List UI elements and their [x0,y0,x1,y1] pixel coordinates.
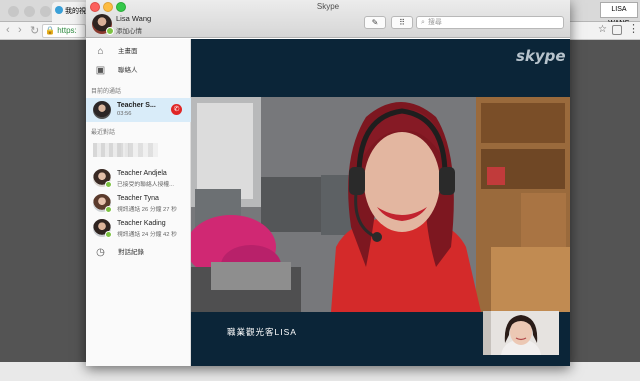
browser-zoom-button[interactable] [40,6,51,17]
clock-icon: ◷ [96,247,105,258]
avatar [93,101,111,119]
sidebar-item-home[interactable]: ⌂ 主畫面 [86,43,191,61]
recent-conversations-heading: 最近對話 [91,130,116,136]
home-icon: ⌂ [97,46,104,57]
search-input[interactable]: ⌕ 搜尋 [416,16,564,29]
skype-window: Skype Lisa Wang 添加心情 ✎ ⠿ ⌕ 搜尋 ⌂ 主畫面 ▣ 聯絡人… [86,0,570,366]
back-arrow-icon[interactable]: ‹ [6,24,10,36]
browser-minimize-button[interactable] [24,6,35,17]
lock-icon: 🔒 [45,26,55,35]
search-placeholder: 搜尋 [427,19,442,26]
address-text: https: [57,26,77,35]
forward-arrow-icon[interactable]: › [18,24,22,36]
reload-icon[interactable]: ↻ [30,24,39,37]
self-view-scene [483,311,559,355]
dialpad-icon: ⠿ [399,18,405,27]
profile-name[interactable]: Lisa Wang [116,14,151,23]
online-status-icon [105,231,112,238]
current-calls-heading: 目前的通話 [91,89,122,95]
list-item[interactable]: Teacher Kading 視訊通話 24 分鐘 42 秒 [86,217,191,239]
remote-video-scene [191,97,570,312]
self-view-video[interactable] [483,311,559,355]
sidebar-item-label: 聯絡人 [118,67,138,74]
browser-tab-label: 我的視 [65,8,86,15]
profile-avatar[interactable] [92,14,114,35]
sidebar-item-label: 主畫面 [118,48,138,55]
dialpad-button[interactable]: ⠿ [391,16,413,29]
hang-up-button[interactable]: ✆ [171,104,182,115]
search-icon: ⌕ [421,19,425,26]
sidebar-item-label: 對話紀錄 [118,249,144,256]
list-item[interactable]: Teacher Tyna 視訊通話 26 分鐘 27 秒 [86,192,191,214]
contact-name: Teacher Kading [117,220,166,227]
online-status-icon [106,27,114,35]
mood-message[interactable]: 添加心情 [116,25,142,35]
video-call-area: skype 職業觀光客LISA [191,39,570,366]
new-conversation-button[interactable]: ✎ [364,16,386,29]
address-bar[interactable]: 🔒 https: [42,24,86,38]
skype-titlebar: Skype Lisa Wang 添加心情 ✎ ⠿ ⌕ 搜尋 [86,0,570,38]
contact-name: Teacher Tyna [117,195,159,202]
avatar [93,169,112,188]
contact-subtitle: 視訊通話 24 分鐘 42 秒 [117,232,177,238]
skype-logo: skype [516,47,566,65]
compose-icon: ✎ [371,18,379,27]
contact-name: Teacher S... [117,102,156,109]
browser-close-button[interactable] [8,6,19,17]
browser-menu-icon[interactable]: ⋮ [628,22,639,35]
sidebar-item-contacts[interactable]: ▣ 聯絡人 [86,62,191,80]
video-caption: 職業觀光客LISA [227,327,297,337]
list-item[interactable]: Teacher Andjela 已接受的聯絡人授權... [86,167,191,189]
active-call-row[interactable]: Teacher S... 03:56 ✆ [86,98,191,122]
online-status-icon [105,181,112,188]
contacts-icon: ▣ [95,65,106,76]
bookmark-star-icon[interactable]: ☆ [598,24,607,35]
favicon-icon [55,6,63,14]
browser-tab[interactable]: 我的視 [52,2,88,22]
online-status-icon [105,206,112,213]
hang-up-icon: ✆ [173,106,180,113]
sidebar: ⌂ 主畫面 ▣ 聯絡人 目前的通話 Teacher S... 03:56 ✆ 最… [86,39,191,366]
avatar [93,194,112,213]
contact-subtitle: 視訊通話 26 分鐘 27 秒 [117,207,177,213]
remote-video[interactable] [191,97,570,312]
window-title: Skype [316,2,340,11]
blurred-contact-name [118,143,158,157]
avatar [93,219,112,238]
extension-icon[interactable] [612,25,622,35]
sidebar-item-history[interactable]: ◷ 對話紀錄 [86,244,191,262]
contact-name: Teacher Andjela [117,170,167,177]
call-duration: 03:56 [117,111,132,117]
browser-user-badge[interactable]: LISA WANG [600,2,638,27]
contact-subtitle: 已接受的聯絡人授權... [117,182,175,188]
